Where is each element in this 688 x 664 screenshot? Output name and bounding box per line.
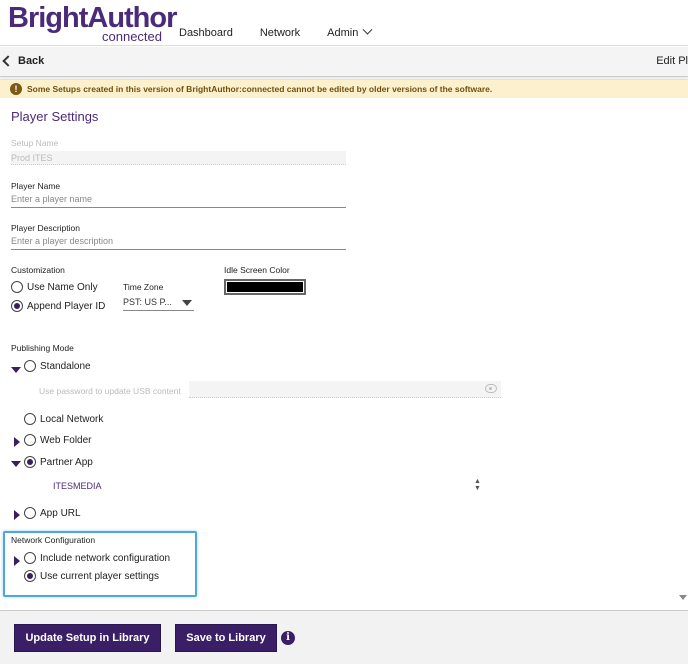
expand-right-icon[interactable] [14, 510, 20, 520]
local-network-radio[interactable]: Local Network [24, 413, 103, 425]
use-name-only-label: Use Name Only [27, 281, 98, 293]
nav-network[interactable]: Network [260, 27, 300, 39]
update-setup-button[interactable]: Update Setup in Library [14, 624, 161, 652]
radio-circle-selected [11, 300, 23, 312]
back-button[interactable]: Back [2, 55, 44, 67]
logo-sub-text: connected [102, 29, 162, 44]
standalone-radio[interactable]: Standalone [24, 360, 91, 372]
logo[interactable]: BrightAuthor connected [8, 2, 177, 44]
usb-password-label: Use password to update USB content [39, 386, 181, 396]
main-nav: Dashboard Network Admin [179, 24, 373, 39]
setup-name-field: Prod ITES [11, 151, 346, 165]
radio-circle-selected [24, 570, 36, 582]
append-player-id-label: Append Player ID [27, 300, 106, 312]
use-current-settings-radio[interactable]: Use current player settings [24, 570, 159, 582]
player-name-input[interactable]: Enter a player name [11, 194, 346, 208]
setup-name-label: Setup Name [11, 138, 59, 148]
top-bar: BrightAuthor connected Dashboard Network… [0, 0, 688, 46]
eye-icon [485, 384, 497, 393]
warning-text: Some Setups created in this version of B… [27, 84, 493, 94]
timezone-label: Time Zone [123, 282, 164, 292]
nav-admin[interactable]: Admin [327, 24, 373, 39]
player-description-label: Player Description [11, 223, 80, 233]
dropdown-arrow-icon [182, 300, 192, 306]
include-network-radio[interactable]: Include network configuration [24, 552, 170, 564]
edit-player-label: Edit Pl [656, 55, 688, 67]
back-label: Back [18, 55, 45, 67]
radio-circle [24, 507, 36, 519]
include-network-label: Include network configuration [40, 552, 171, 564]
usb-password-input [189, 381, 501, 398]
idle-color-label: Idle Screen Color [224, 265, 290, 275]
radio-circle-selected [24, 456, 36, 468]
timezone-select[interactable]: PST: US P... [123, 297, 194, 311]
idle-color-swatch[interactable] [224, 279, 306, 295]
expand-down-icon[interactable] [11, 367, 21, 373]
radio-circle [11, 281, 23, 293]
radio-circle [24, 552, 36, 564]
web-folder-radio[interactable]: Web Folder [24, 434, 92, 446]
expand-right-icon[interactable] [14, 556, 20, 566]
radio-circle [24, 360, 36, 372]
standalone-label: Standalone [40, 360, 91, 372]
radio-circle [24, 434, 36, 446]
spinner-arrows-icon[interactable]: ▲ ▼ [474, 478, 481, 492]
local-network-label: Local Network [40, 413, 104, 425]
radio-circle [24, 413, 36, 425]
nav-admin-label: Admin [327, 27, 359, 39]
warning-banner: ! Some Setups created in this version of… [0, 79, 688, 98]
customization-label: Customization [11, 265, 65, 275]
player-name-label: Player Name [11, 181, 61, 191]
chevron-left-icon [2, 55, 14, 67]
timezone-value: PST: US P... [123, 297, 172, 307]
player-description-input[interactable]: Enter a player description [11, 236, 346, 250]
nav-dashboard[interactable]: Dashboard [179, 27, 233, 39]
chevron-down-icon [362, 24, 373, 35]
web-folder-label: Web Folder [40, 434, 92, 446]
partner-app-label: Partner App [40, 456, 93, 468]
use-current-settings-label: Use current player settings [40, 570, 159, 582]
app-url-label: App URL [40, 507, 81, 519]
save-to-library-button[interactable]: Save to Library [175, 624, 277, 652]
page-title: Player Settings [11, 109, 99, 124]
publishing-mode-label: Publishing Mode [11, 343, 74, 353]
warning-icon: ! [10, 83, 22, 95]
sub-bar: Back Edit Pl [0, 47, 688, 77]
partner-app-select[interactable]: ITESMEDIA [53, 481, 102, 491]
info-icon[interactable]: i [281, 631, 295, 645]
scroll-down-icon[interactable] [679, 595, 687, 600]
network-config-label: Network Configuration [11, 535, 96, 545]
expand-down-icon[interactable] [11, 461, 21, 467]
use-name-only-radio[interactable]: Use Name Only [11, 281, 98, 293]
expand-right-icon[interactable] [14, 437, 20, 447]
app-url-radio[interactable]: App URL [24, 507, 81, 519]
player-settings-form: Player Settings Setup Name Prod ITES Pla… [0, 100, 680, 608]
partner-app-radio[interactable]: Partner App [24, 456, 93, 468]
footer-bar: Update Setup in Library Save to Library … [0, 610, 688, 664]
append-player-id-radio[interactable]: Append Player ID [11, 300, 105, 312]
